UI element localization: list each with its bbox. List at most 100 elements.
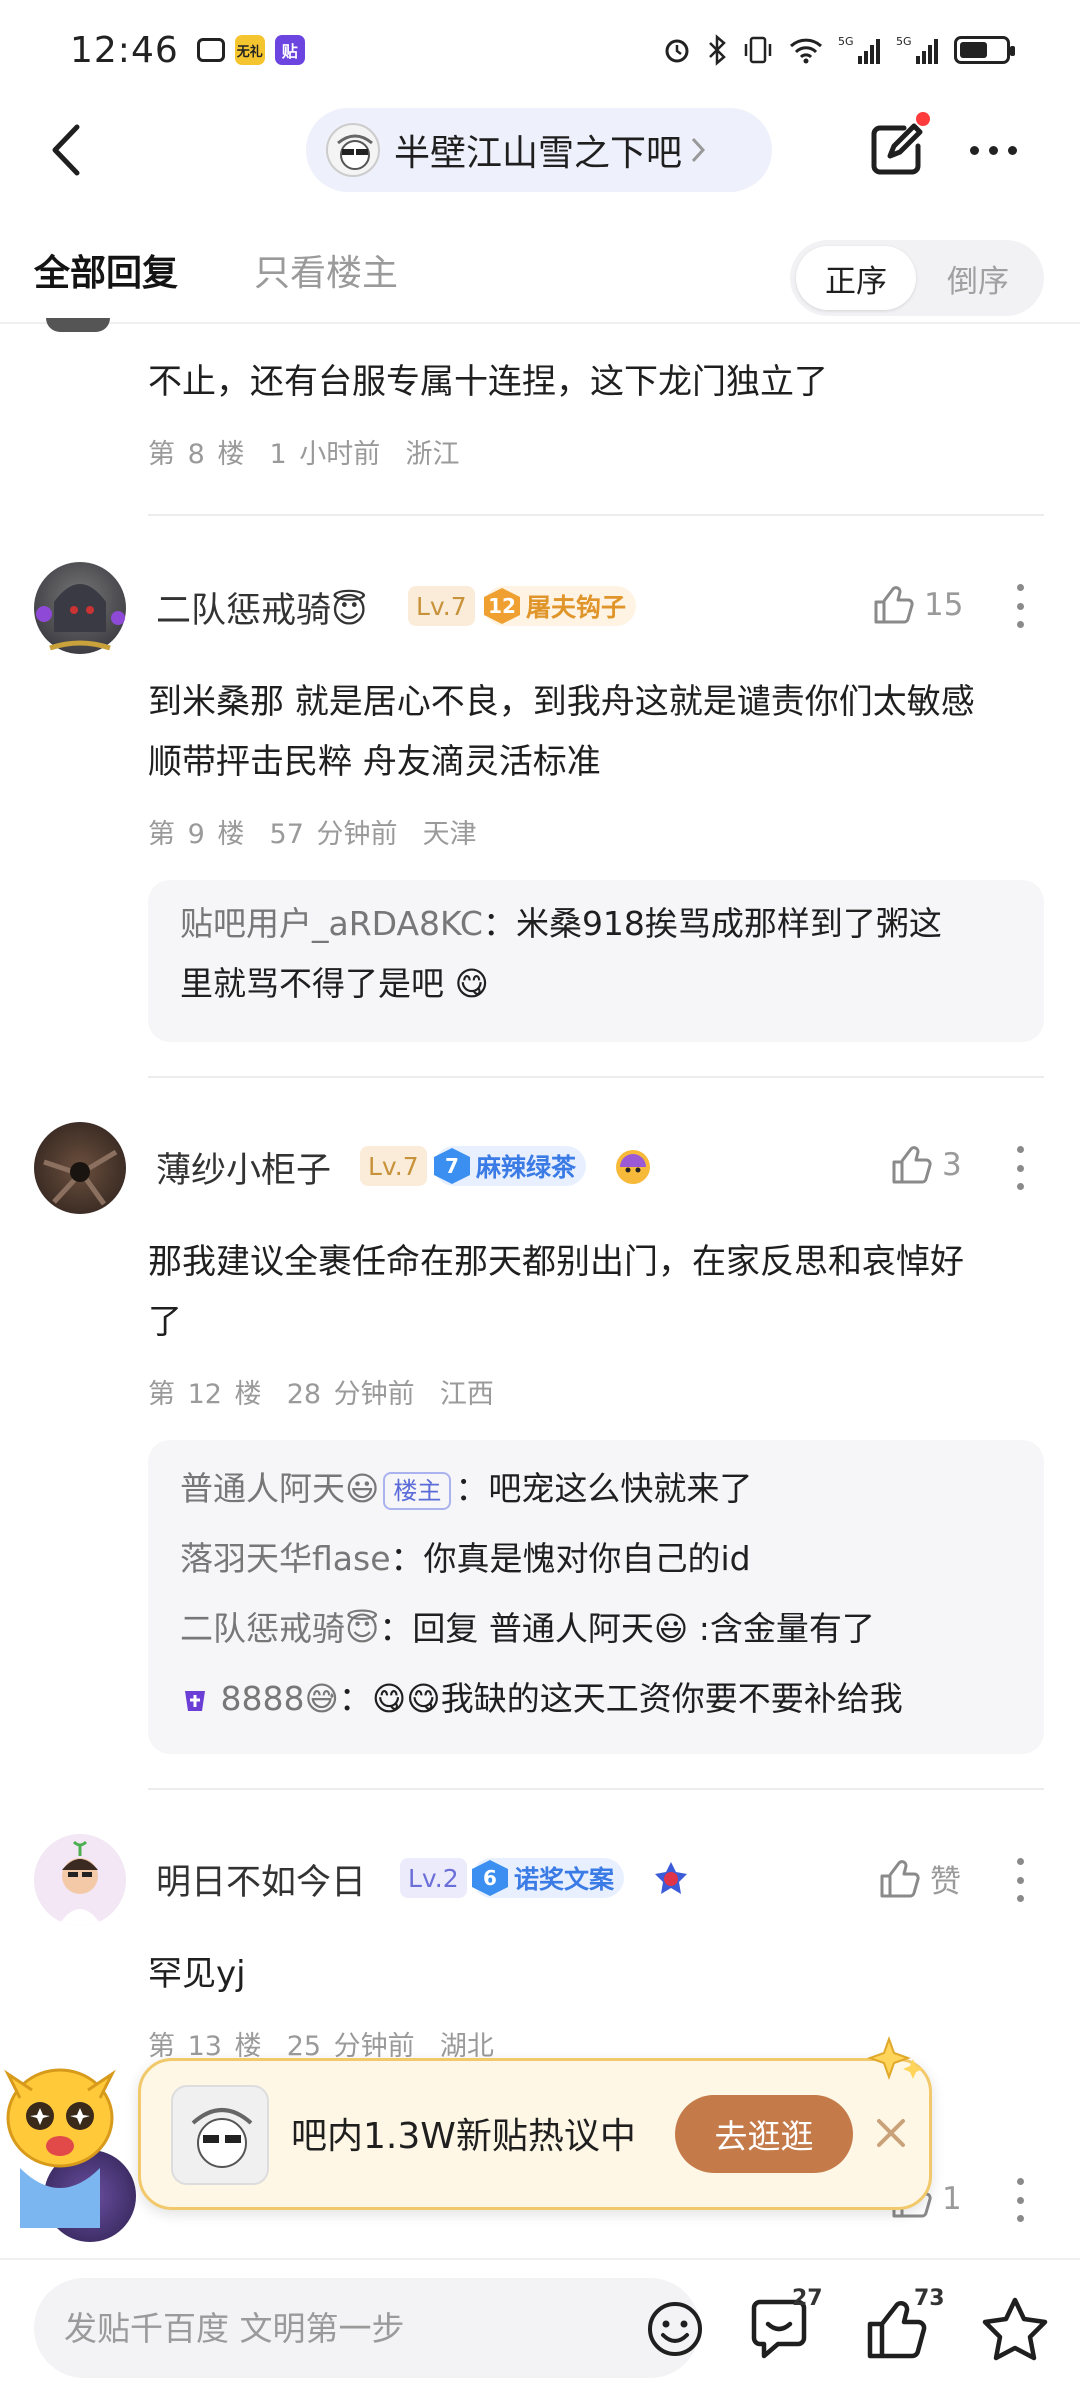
status-time: 12:46	[70, 29, 179, 71]
thumbs-up-icon	[874, 586, 914, 624]
bluetooth-icon	[709, 34, 726, 66]
svg-text:5G: 5G	[838, 35, 854, 48]
tab-host-only[interactable]: 只看楼主	[254, 244, 398, 296]
sort-desc-button[interactable]: 倒序	[918, 246, 1038, 310]
forum-avatar	[326, 123, 380, 177]
like-button[interactable]: 3	[890, 1144, 962, 1186]
signal-icon: 5G	[838, 35, 880, 64]
post-floor: 第 9 楼	[148, 819, 245, 850]
post-floor: 第 8 楼	[148, 439, 245, 470]
chevron-right-icon	[691, 137, 706, 163]
promo-thumbnail	[171, 2085, 269, 2185]
username[interactable]: 明日不如今日	[156, 1854, 366, 1905]
like-count: 15	[924, 587, 964, 623]
post-time: 1 小时前	[269, 439, 381, 470]
reply-username[interactable]: 普通人阿天😃	[180, 1469, 379, 1508]
host-tag: 楼主	[383, 1471, 452, 1510]
thumbs-up-icon	[880, 1859, 920, 1897]
bottom-action-bar: 27 73	[0, 2258, 1080, 2400]
like-button[interactable]: 15	[872, 584, 963, 626]
reply-tabs: 全部回复 只看楼主 正序 倒序	[0, 224, 1080, 324]
more-options-button[interactable]	[958, 128, 1028, 172]
signal-icon-2: 5G	[896, 35, 938, 64]
post-meta: 第 9 楼 57 分钟前 天津	[148, 812, 477, 851]
like-count: 3	[942, 1147, 962, 1183]
promo-text: 吧内1.3W新贴热议中	[291, 2116, 636, 2157]
reply-line: 8888😅：😋😋我缺的这天工资你要不要补给我	[180, 1664, 1012, 1734]
reply-line: 里就骂不得了是吧 😋	[180, 964, 489, 1003]
mascot-icon	[4, 2068, 116, 2228]
favorite-star-icon[interactable]	[980, 2294, 1050, 2364]
avatar[interactable]	[34, 1122, 126, 1214]
chevron-left-icon	[52, 124, 80, 176]
reply-line: 二队惩戒骑😇：回复 普通人阿天😃 :含金量有了	[180, 1609, 875, 1648]
post-meta: 第 8 楼 1 小时前 浙江	[148, 432, 459, 471]
post-menu-button[interactable]	[1012, 584, 1028, 628]
sparkle-icon	[867, 2036, 923, 2080]
sort-order-toggle: 正序 倒序	[790, 240, 1044, 316]
reply-username[interactable]: 落羽天华flase	[180, 1539, 391, 1578]
reply-line: 贴吧用户_aRDA8KC：米桑918挨骂成那样到了粥这	[180, 904, 942, 943]
avatar	[46, 318, 110, 332]
divider	[148, 514, 1044, 516]
back-button[interactable]	[36, 120, 96, 180]
post-time: 28 分钟前	[286, 1379, 415, 1410]
reply-line: 普通人阿天😃 楼主 ：吧宠这么快就来了	[180, 1469, 753, 1510]
alarm-icon	[665, 39, 689, 63]
reply-preview[interactable]: 贴吧用户_aRDA8KC：米桑918挨骂成那样到了粥这 里就骂不得了是吧 😋	[148, 880, 1044, 1042]
top-navigation: 半壁江山雪之下吧	[0, 100, 1080, 200]
promo-go-button[interactable]: 去逛逛	[675, 2095, 853, 2173]
tab-all-replies[interactable]: 全部回复	[34, 244, 178, 296]
post-menu-button[interactable]	[1012, 1146, 1028, 1190]
close-icon[interactable]	[871, 2111, 911, 2155]
forum-link[interactable]: 半壁江山雪之下吧	[306, 108, 772, 192]
news-app-icon: 无礼	[234, 35, 265, 65]
reply-input[interactable]	[64, 2278, 604, 2378]
post-time: 57 分钟前	[269, 819, 398, 850]
promo-banner[interactable]: 吧内1.3W新贴热议中 去逛逛	[138, 2036, 932, 2210]
reply-preview[interactable]: 普通人阿天😃 楼主 ：吧宠这么快就来了 落羽天华flase：你真是愧对你自己的id …	[148, 1440, 1044, 1754]
notification-dot	[916, 112, 930, 126]
tieba-app-icon: 贴	[274, 35, 305, 65]
like-count: 1	[942, 2181, 962, 2217]
level-badge: Lv.7	[360, 1146, 427, 1186]
vibrate-icon	[744, 36, 772, 64]
reply-username[interactable]: 贴吧用户_aRDA8KC	[180, 904, 483, 943]
divider	[148, 1076, 1044, 1078]
sort-asc-button[interactable]: 正序	[796, 246, 916, 310]
compose-button[interactable]	[864, 118, 928, 182]
post-content: 不止，还有台服专属十连捏，这下龙门独立了	[148, 362, 828, 402]
post-meta: 第 12 楼 28 分钟前 江西	[148, 1372, 494, 1411]
thumbs-up-icon	[892, 1146, 932, 1184]
reply-username[interactable]: 二队惩戒骑😇	[180, 1609, 379, 1648]
avatar[interactable]	[34, 1834, 126, 1926]
status-bar: 12:46 无礼 贴 5G 5G	[0, 0, 1080, 100]
divider	[148, 1788, 1044, 1790]
post-location: 江西	[439, 1379, 494, 1410]
post-location: 浙江	[405, 439, 460, 470]
rank-badge-icon	[655, 1862, 687, 1894]
avatar-frame-decoration	[30, 600, 130, 656]
tv-app-icon	[196, 38, 225, 62]
svg-text:5G: 5G	[896, 35, 912, 48]
username[interactable]: 二队惩戒骑😇	[156, 582, 368, 633]
reply-line: 落羽天华flase：你真是愧对你自己的id	[180, 1539, 751, 1578]
wifi-icon	[789, 38, 823, 64]
vip-crown-icon	[185, 1690, 205, 1711]
post-content: 那我建议全裹任命在那天都别出门，在家反思和哀悼好 了	[148, 1242, 964, 1342]
battery-icon	[954, 36, 1015, 64]
post-location: 天津	[422, 819, 477, 850]
emoji-button[interactable]	[646, 2300, 704, 2358]
status-app-icons: 无礼 贴	[196, 35, 305, 65]
forum-name: 半壁江山雪之下吧	[394, 133, 683, 174]
post-content: 罕见yj	[148, 1954, 246, 1994]
post-content: 到米桑那 就是居心不良，到我舟这就是谴责你们太敏感 顺带抨击民粹 舟友滴灵活标准	[148, 682, 975, 782]
like-count: 73	[914, 2286, 945, 2311]
level-badge: Lv.7	[408, 586, 475, 626]
username[interactable]: 薄纱小柜子	[156, 1142, 331, 1193]
post-menu-button[interactable]	[1012, 2178, 1028, 2222]
post-menu-button[interactable]	[1012, 1858, 1028, 1902]
like-button[interactable]: 赞	[878, 1856, 961, 1901]
reply-input-container[interactable]	[34, 2278, 702, 2378]
reply-username[interactable]: 8888😅	[221, 1679, 339, 1718]
